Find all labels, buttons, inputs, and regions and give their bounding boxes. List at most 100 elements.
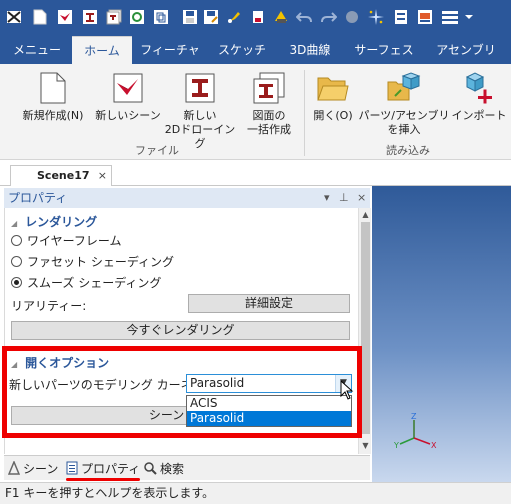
dropdown-arrow-icon[interactable] (459, 7, 478, 26)
tab-search-label: 検索 (160, 461, 185, 476)
search-icon (143, 461, 157, 475)
modeling-kernel-select[interactable]: Parasolid ▼ (186, 374, 352, 393)
orange-window-icon[interactable] (415, 7, 434, 26)
blank-page-icon (35, 70, 71, 106)
ribbon-tab-bar: メニュー ホーム フィーチャ スケッチ 3D曲線 サーフェス アセンブリ (0, 36, 511, 64)
rendering-section-heading[interactable]: ◢ レンダリング (11, 213, 97, 230)
batch-drawing-button[interactable]: 図面の 一括作成 (238, 70, 300, 137)
cube-icon[interactable] (271, 7, 290, 26)
collapse-triangle-icon[interactable]: ◢ (11, 219, 17, 228)
new-file-icon[interactable] (30, 7, 49, 26)
axis-x-label: X (431, 441, 437, 450)
load-group-label: 読み込み (386, 144, 430, 157)
open-label: 開く(O) (313, 109, 353, 122)
close-icon[interactable]: × (98, 166, 107, 185)
open-button[interactable]: 開く(O) (308, 70, 358, 123)
pane-tab-strip: シーン プロパティ 検索 (4, 455, 370, 481)
pane-title: プロパティ (8, 191, 68, 205)
radio-button-selected-icon (11, 277, 22, 288)
new-scene-icon[interactable] (55, 7, 74, 26)
scroll-down-arrow-icon[interactable]: ▼ (359, 439, 372, 452)
rendering-heading-text: レンダリング (25, 215, 98, 229)
tab-menu[interactable]: メニュー (10, 36, 64, 64)
new-2d-drawing-button[interactable]: 新しい 2Dドローイング (162, 70, 238, 151)
insert-part-line1: パーツ/アセンブリ (358, 109, 450, 122)
radio-button-icon (11, 235, 22, 246)
sparkle-icon[interactable] (366, 7, 385, 26)
tab-3d-curve[interactable]: 3D曲線 (280, 36, 340, 64)
scene-tree-icon (8, 461, 20, 475)
tab-search[interactable]: 検索 (143, 459, 184, 477)
radio-facet-shading[interactable]: ファセット シェーディング (11, 253, 174, 270)
detail-settings-button[interactable]: 詳細設定 (188, 294, 350, 313)
batch-drawing-line1: 図面の (252, 109, 286, 122)
3d-viewport[interactable]: Z Y X (372, 186, 511, 482)
scrollbar-thumb[interactable] (361, 222, 370, 434)
copy-icon[interactable] (151, 7, 170, 26)
axis-z-label: Z (411, 412, 417, 421)
app-logo-icon[interactable] (4, 7, 23, 26)
properties-pane-header: プロパティ ▾ ⊥ × (4, 188, 370, 208)
tab-assembly[interactable]: アセンブリ (430, 36, 502, 64)
radio-button-icon (11, 256, 22, 267)
insert-part-button[interactable]: パーツ/アセンブリ を挿入 (358, 70, 450, 137)
modeling-kernel-value: Parasolid (190, 376, 245, 390)
cart-icon[interactable] (248, 7, 267, 26)
pin-icon[interactable]: ⊥ (339, 188, 349, 208)
tab-surface[interactable]: サーフェス (350, 36, 418, 64)
redo-icon[interactable] (319, 7, 338, 26)
new-drawing-icon[interactable] (80, 7, 99, 26)
kernel-option-acis[interactable]: ACIS (187, 396, 351, 411)
document-tab-strip: Scene17 × (0, 160, 511, 186)
insert-part-line2: を挿入 (387, 123, 421, 136)
import-label: インポート (451, 109, 507, 122)
sphere-icon[interactable] (342, 7, 361, 26)
pin-icon[interactable] (224, 7, 243, 26)
new-scene-button[interactable]: 新しいシーン (94, 70, 162, 123)
radio-smooth-shading[interactable]: スムーズ シェーディング (11, 274, 161, 291)
tab-sketch[interactable]: スケッチ (213, 36, 271, 64)
kernel-option-parasolid[interactable]: Parasolid (187, 411, 351, 426)
tab-scene-label: シーン (23, 461, 59, 476)
active-tab-underline (66, 478, 140, 481)
document-tab-scene17[interactable]: Scene17 × (10, 165, 112, 186)
radio-facet-label: ファセット シェーディング (27, 255, 174, 269)
tab-feature[interactable]: フィーチャ (137, 36, 203, 64)
save-icon[interactable] (180, 7, 199, 26)
list-icon[interactable] (440, 7, 459, 26)
new-file-button[interactable]: 新規作成(N) (14, 70, 92, 123)
open-folder-icon (315, 70, 351, 106)
file-group-label: ファイル (135, 144, 179, 157)
import-icon (461, 70, 497, 106)
insert-part-icon (386, 70, 422, 106)
document-tab-label: Scene17 (37, 169, 90, 182)
modeling-kernel-dropdown-list: ACIS Parasolid (186, 395, 352, 427)
new-scene-label: 新しいシーン (95, 109, 161, 122)
tab-properties-label: プロパティ (81, 461, 141, 476)
pane-menu-icon[interactable]: ▾ (324, 188, 330, 208)
tab-properties[interactable]: プロパティ (66, 459, 140, 477)
web-icon[interactable] (127, 7, 146, 26)
fidelity-label: リアリティー: (11, 299, 87, 313)
undo-icon[interactable] (294, 7, 313, 26)
radio-wireframe[interactable]: ワイヤーフレーム (11, 232, 122, 249)
batch-drawing-line2: 一括作成 (247, 123, 291, 136)
scroll-up-arrow-icon[interactable]: ▲ (359, 208, 372, 221)
radio-wireframe-label: ワイヤーフレーム (27, 234, 122, 248)
mouse-pointer-icon (340, 379, 354, 403)
new-2d-drawing-line1: 新しい (183, 109, 217, 122)
save-as-icon[interactable] (201, 7, 220, 26)
new-file-label: 新規作成(N) (22, 109, 84, 122)
quick-access-toolbar (0, 0, 511, 36)
render-now-button[interactable]: 今すぐレンダリング (11, 321, 350, 340)
drawing-batch-icon[interactable] (104, 7, 123, 26)
drawing-2d-icon (182, 70, 218, 106)
import-button[interactable]: インポート (450, 70, 508, 123)
ribbon-group-separator (304, 70, 305, 156)
tab-scene[interactable]: シーン (8, 459, 58, 477)
radio-smooth-label: スムーズ シェーディング (27, 276, 162, 290)
layout-icon[interactable] (391, 7, 410, 26)
tab-home[interactable]: ホーム (72, 36, 132, 64)
properties-icon (66, 461, 78, 475)
pane-close-icon[interactable]: × (357, 188, 366, 208)
